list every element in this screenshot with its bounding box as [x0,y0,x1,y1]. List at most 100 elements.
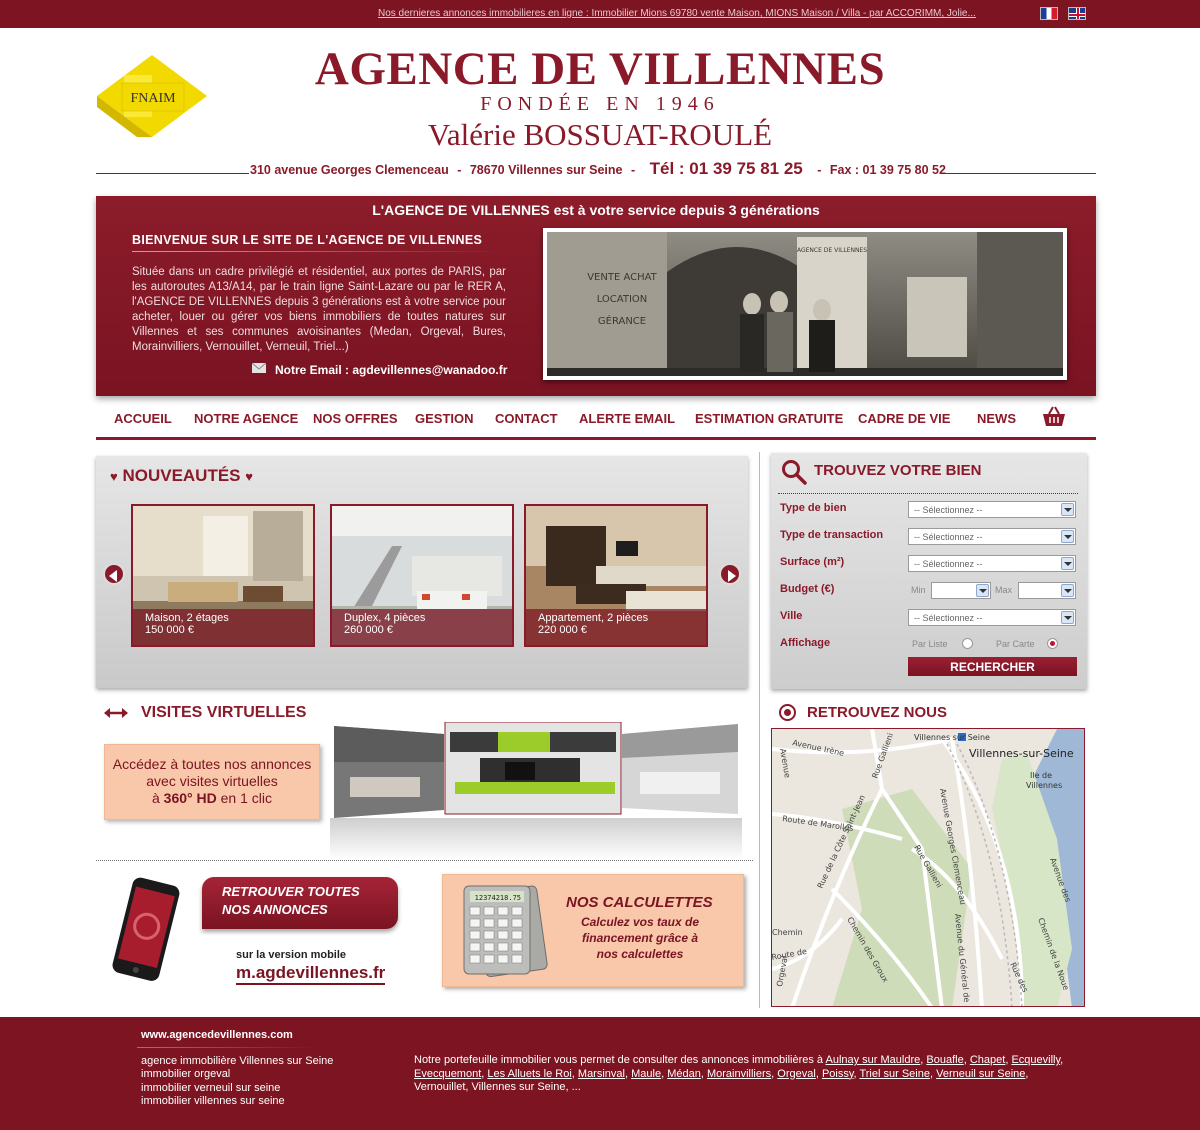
promo-line: avec visites virtuelles [146,773,278,789]
map-label: Villennes sur Seine [914,733,990,742]
heart-icon: ♥ [110,469,118,484]
double-arrow-icon [104,708,128,718]
listing-type: Appartement, 2 pièces [538,612,649,624]
footer-town-link[interactable]: Morainvilliers [707,1068,771,1080]
surface-select[interactable]: -- Sélectionnez -- [908,555,1076,572]
mobile-banner[interactable]: RETROUVER TOUTES NOS ANNONCES [202,877,398,929]
nav-accueil[interactable]: ACCUEIL [114,411,172,426]
virtual-visits-gallery[interactable] [330,722,742,860]
footer-town-link[interactable]: Chapet [970,1054,1005,1066]
uk-flag-icon[interactable] [1068,7,1086,20]
footer-town-link[interactable]: Orgeval [777,1068,816,1080]
virtual-visits-promo[interactable]: Accédez à toutes nos annonces avec visit… [104,744,320,820]
nav-notre-agence[interactable]: NOTRE AGENCE [194,411,298,426]
mobile-site-link[interactable]: m.agdevillennes.fr [236,963,386,985]
mobile-subtitle: sur la version mobile [236,949,347,961]
listing-card[interactable]: Maison, 2 étages 150 000 € [131,504,315,647]
chevron-down-icon [976,584,989,597]
basket-icon[interactable] [1042,405,1066,427]
footer-town-link[interactable]: Villennes sur Seine [472,1081,566,1093]
footer-town-link[interactable]: Bouafle [926,1054,963,1066]
footer-town-link[interactable]: Marsinval [578,1068,625,1080]
surface-label: Surface (m²) [780,556,845,568]
welcome-title: BIENVENUE SUR LE SITE DE L'AGENCE DE VIL… [132,233,483,247]
nav-gestion[interactable]: GESTION [415,411,474,426]
promo-line: à 360° HD en 1 clic [105,790,319,807]
footer-link[interactable]: immobilier verneuil sur seine [141,1082,280,1094]
promo-text: à [151,790,160,806]
latest-listings-ticker[interactable]: Nos dernieres annonces immobilieres en l… [378,8,1018,19]
mobile-phone-icon[interactable] [104,876,186,982]
column-divider [759,452,760,1008]
calculators-line: nos calculettes [596,947,684,961]
footer-town-link[interactable]: Médan [667,1068,701,1080]
listing-caption: Maison, 2 étages 150 000 € [133,609,313,645]
new-listings-title-text: NOUVEAUTÉS [122,466,241,485]
footer-town-link[interactable]: Ecquevilly [1011,1054,1060,1066]
map-label: Ile de [1030,771,1052,780]
footer-town-link[interactable]: Aulnay sur Mauldre [825,1054,920,1066]
fnaim-logo[interactable]: FNAIM [97,55,207,137]
nav-alerte-email[interactable]: ALERTE EMAIL [579,411,675,426]
select-value: -- Sélectionnez -- [914,505,983,515]
listing-card[interactable]: Appartement, 2 pièces 220 000 € [524,504,708,647]
search-button[interactable]: RECHERCHER [908,657,1077,676]
property-type-select[interactable]: -- Sélectionnez -- [908,501,1076,518]
nav-estimation-gratuite[interactable]: ESTIMATION GRATUITE [695,411,843,426]
map-label: Villennes-sur-Seine [969,747,1074,760]
nav-cadre-de-vie[interactable]: CADRE DE VIE [858,411,950,426]
footer-town-link[interactable]: Vernouillet [414,1081,465,1093]
footer-town-link[interactable]: Poissy [822,1068,854,1080]
photo-sign-text: GÉRANCE [598,314,646,327]
footer-portfolio-text: Notre portefeuille immobilier vous perme… [414,1054,1064,1093]
calculator-display: 12374218.75 [475,894,521,902]
carousel-next-button[interactable] [719,563,741,585]
footer-divider [137,1047,317,1048]
display-map-radio[interactable] [1047,638,1058,649]
nav-contact[interactable]: CONTACT [495,411,558,426]
footer-town-link[interactable]: Les Alluets le Roi [487,1068,571,1080]
french-flag-icon[interactable] [1040,7,1058,20]
listing-card[interactable]: Duplex, 4 pièces 260 000 € [330,504,514,647]
footer-town-link[interactable]: Evecquemont [414,1068,481,1080]
footer-link[interactable]: immobilier villennes sur seine [141,1095,285,1107]
map-label: Chemin [772,928,803,937]
map-label: Villennes [1026,781,1062,790]
footer-link[interactable]: immobilier orgeval [141,1068,230,1080]
footer-town-link[interactable]: Verneuil sur Seine [936,1068,1025,1080]
photo-sign-text: LOCATION [597,294,648,305]
footer-ellipsis: ... [571,1081,581,1093]
nav-nos-offres[interactable]: NOS OFFRES [313,411,398,426]
mobile-banner-line: RETROUVER TOUTES [222,884,360,899]
city-select[interactable]: -- Sélectionnez -- [908,609,1076,626]
target-icon [779,704,796,721]
welcome-divider [132,251,504,252]
phone-number[interactable]: Tél : 01 39 75 81 25 [650,159,803,178]
property-type-label: Type de bien [780,502,847,514]
welcome-email[interactable]: Notre Email : agdevillennes@wanadoo.fr [275,363,507,377]
budget-min-select[interactable] [931,582,991,599]
calculators-title: NOS CALCULETTES [566,894,713,911]
location-map[interactable]: Villennes sur Seine Villennes-sur-Seine … [771,728,1085,1007]
display-list-radio[interactable] [962,638,973,649]
carousel-prev-button[interactable] [103,563,125,585]
footer-town-link[interactable]: Triel sur Seine [859,1068,930,1080]
transaction-type-select[interactable]: -- Sélectionnez -- [908,528,1076,545]
new-listings-title: ♥ NOUVEAUTÉS ♥ [110,466,253,486]
city-label: Ville [780,610,803,622]
separator: - [817,163,822,177]
nav-news[interactable]: NEWS [977,411,1016,426]
search-icon [782,460,807,485]
search-title: TROUVEZ VOTRE BIEN [814,462,982,479]
manager-name: Valérie BOSSUAT-ROULÉ [427,117,773,152]
footer-link[interactable]: agence immobilière Villennes sur Seine [141,1055,333,1067]
display-label: Affichage [780,637,831,649]
logo-text: FNAIM [130,91,176,106]
budget-max-select[interactable] [1018,582,1076,599]
footer-town-link[interactable]: Maule [631,1068,661,1080]
welcome-heading: L'AGENCE DE VILLENNES est à votre servic… [372,202,820,218]
chevron-down-icon [1061,530,1074,543]
listing-caption: Duplex, 4 pièces 260 000 € [332,609,512,645]
listing-price: 260 000 € [344,624,393,636]
footer-site-url[interactable]: www.agencedevillennes.com [141,1029,293,1041]
